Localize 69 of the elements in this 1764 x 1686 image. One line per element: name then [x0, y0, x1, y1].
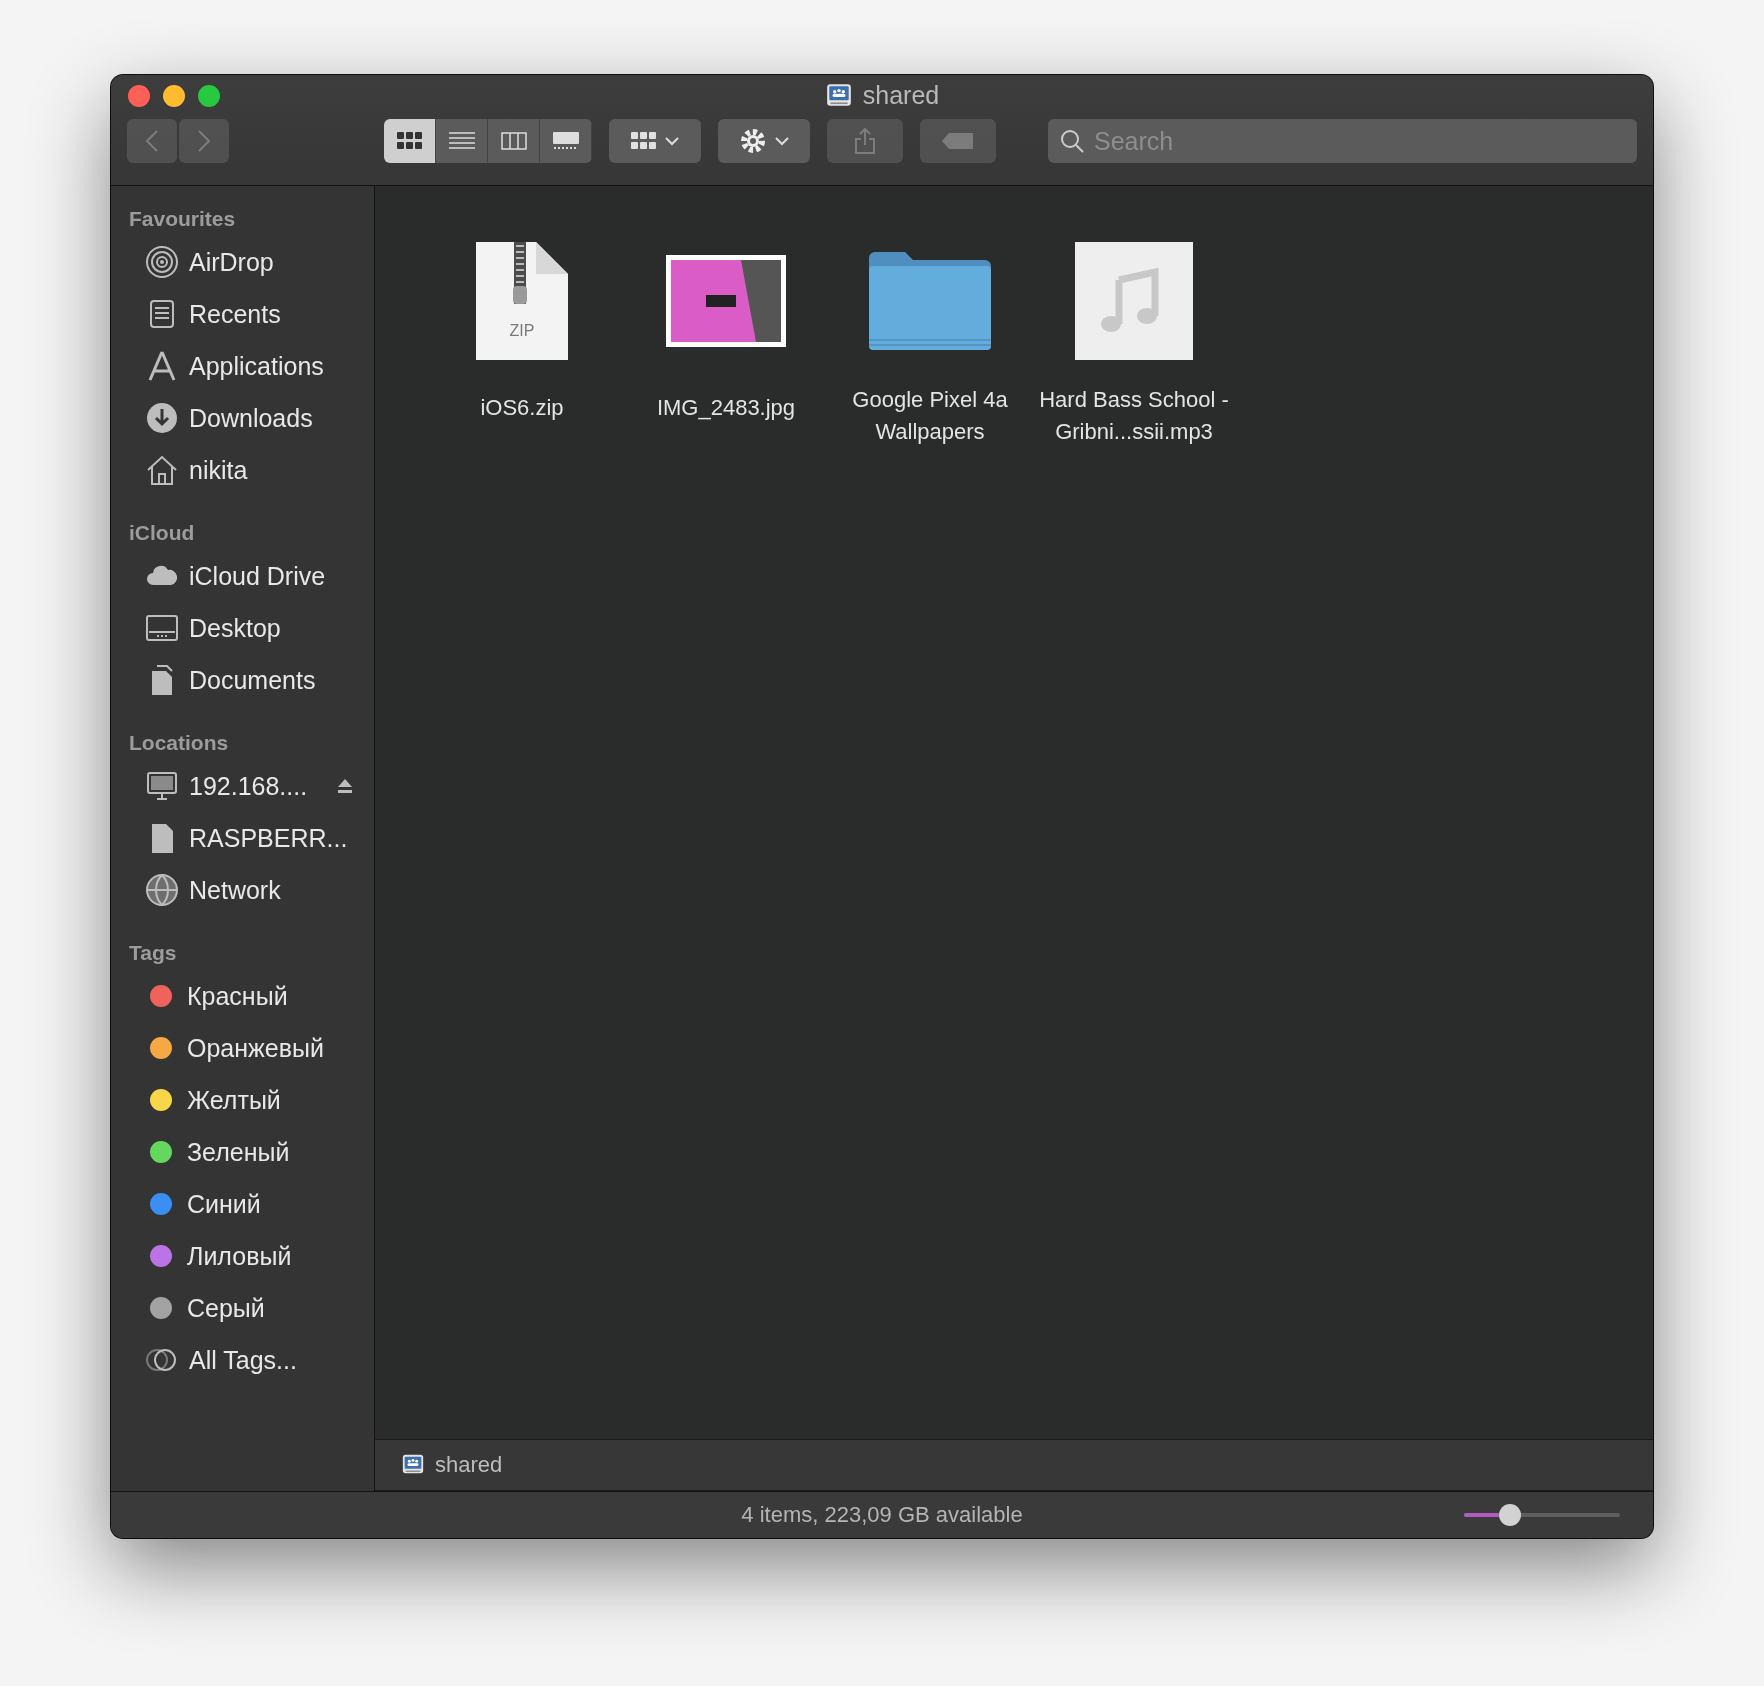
sidebar-item[interactable]: Network — [129, 864, 374, 916]
sidebar-section-title: Tags — [129, 940, 178, 966]
minimize-button[interactable] — [163, 85, 185, 107]
sidebar-item[interactable]: iCloud Drive — [129, 550, 374, 602]
sidebar-item[interactable]: Downloads — [129, 392, 374, 444]
sidebar-item[interactable]: Серый — [129, 1282, 374, 1334]
chevron-right-icon — [197, 129, 211, 153]
file-name: IMG_2483.jpg — [655, 394, 797, 422]
view-mode-button[interactable] — [436, 119, 488, 163]
gallery-icon — [552, 132, 579, 150]
slider-thumb[interactable] — [1498, 1504, 1521, 1526]
view-mode-button[interactable] — [488, 119, 540, 163]
sidebar-section-title: Locations — [129, 730, 230, 756]
sidebar-item[interactable]: Зеленый — [129, 1126, 374, 1178]
window-title: shared — [862, 81, 940, 110]
folder-icon — [869, 252, 991, 350]
close-button[interactable] — [128, 85, 150, 107]
status-text: 4 items, 223,09 GB available — [741, 1502, 1023, 1528]
zip-file-icon — [476, 242, 568, 360]
computer-icon — [145, 769, 179, 803]
sidebar-item[interactable]: AirDrop — [129, 236, 374, 288]
sidebar-item[interactable]: Желтый — [129, 1074, 374, 1126]
chevron-down-icon — [665, 136, 679, 146]
sidebar-item[interactable]: Applications — [129, 340, 374, 392]
path-item[interactable]: shared — [435, 1452, 503, 1478]
icon-size-slider[interactable] — [1464, 1504, 1620, 1526]
sidebar-item[interactable]: nikita — [129, 444, 374, 496]
file-item[interactable]: Hard Bass School - Gribni...ssii.mp3 — [1032, 232, 1236, 448]
sidebar-item[interactable]: Красный — [129, 970, 374, 1022]
eject-icon[interactable] — [336, 777, 354, 795]
sidebar-item[interactable]: 192.168.... — [129, 760, 374, 812]
sidebar-section-title: Favourites — [129, 206, 237, 232]
file-name: Hard Bass School - Gribni...ssii.mp3 — [1038, 386, 1230, 446]
sidebar-item[interactable]: Documents — [129, 654, 374, 706]
file-item[interactable]: IMG_2483.jpg — [624, 232, 828, 424]
file-type-label: ZIP — [508, 322, 536, 340]
tags-icon — [145, 1347, 179, 1373]
globe-icon — [145, 873, 179, 907]
sidebar-item[interactable]: All Tags... — [129, 1334, 374, 1386]
zoom-button[interactable] — [198, 85, 220, 107]
file-name: iOS6.zip — [479, 394, 565, 422]
sidebar-section-title: iCloud — [129, 520, 196, 546]
view-mode-button[interactable] — [540, 119, 592, 163]
list-icon — [448, 132, 475, 150]
view-mode-button[interactable] — [384, 119, 436, 163]
file-name: Google Pixel 4a Wallpapers — [851, 386, 1009, 446]
sidebar-item[interactable]: Оранжевый — [129, 1022, 374, 1074]
action-menu-button[interactable] — [718, 119, 810, 163]
gear-icon — [739, 127, 767, 155]
sidebar-item[interactable]: Recents — [129, 288, 374, 340]
sidebar-item[interactable]: Desktop — [129, 602, 374, 654]
home-icon — [145, 453, 179, 487]
tag-icon — [941, 132, 975, 150]
download-icon — [145, 401, 179, 435]
columns-icon — [500, 132, 527, 150]
file-item[interactable]: ZIP iOS6.zip — [420, 232, 624, 424]
airdrop-icon — [145, 245, 179, 279]
share-icon — [854, 127, 876, 155]
music-file-icon — [1075, 242, 1193, 360]
search-icon — [1060, 129, 1084, 153]
sidebar-item[interactable]: Синий — [129, 1178, 374, 1230]
file-item[interactable]: Google Pixel 4a Wallpapers — [828, 232, 1032, 448]
chevron-down-icon — [775, 136, 789, 146]
grid-icon — [631, 132, 657, 150]
chevron-left-icon — [145, 129, 159, 153]
sidebar-item[interactable]: Лиловый — [129, 1230, 374, 1282]
grid-icon — [396, 132, 423, 150]
sidebar-item[interactable]: RASPBERR... — [129, 812, 374, 864]
group-menu-button[interactable] — [609, 119, 701, 163]
